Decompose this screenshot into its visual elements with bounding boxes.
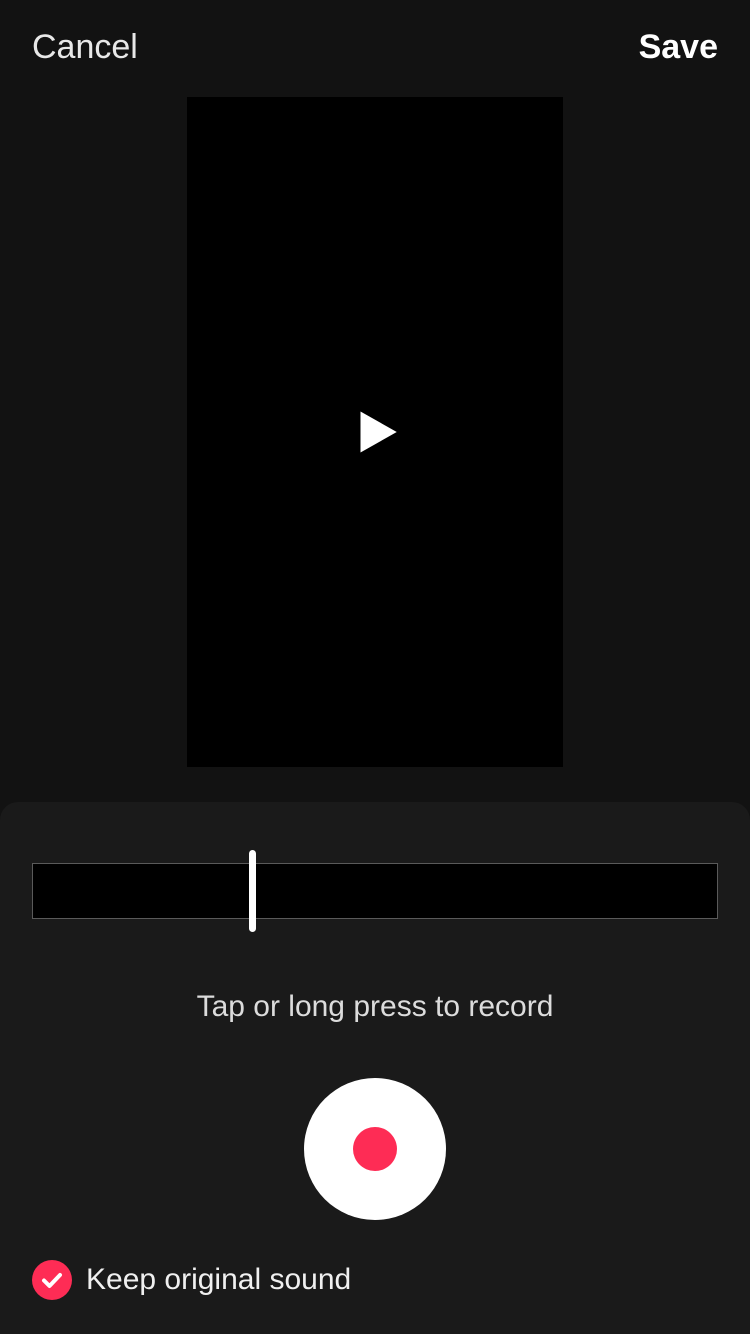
record-button-container (32, 1078, 718, 1220)
header: Cancel Save (0, 0, 750, 97)
play-icon (346, 403, 404, 461)
record-icon (353, 1127, 397, 1171)
save-button[interactable]: Save (639, 28, 718, 67)
timeline[interactable] (32, 850, 718, 932)
timeline-playhead[interactable] (249, 850, 256, 932)
timeline-track (32, 863, 718, 919)
recording-panel: Tap or long press to record Keep origina… (0, 802, 750, 1334)
keep-original-sound-label: Keep original sound (86, 1263, 351, 1297)
recording-hint: Tap or long press to record (32, 990, 718, 1024)
checkmark-icon (32, 1260, 72, 1300)
video-preview[interactable] (187, 97, 563, 767)
keep-original-sound-toggle[interactable]: Keep original sound (32, 1260, 351, 1300)
cancel-button[interactable]: Cancel (32, 28, 138, 67)
record-button[interactable] (304, 1078, 446, 1220)
video-preview-area (0, 97, 750, 767)
